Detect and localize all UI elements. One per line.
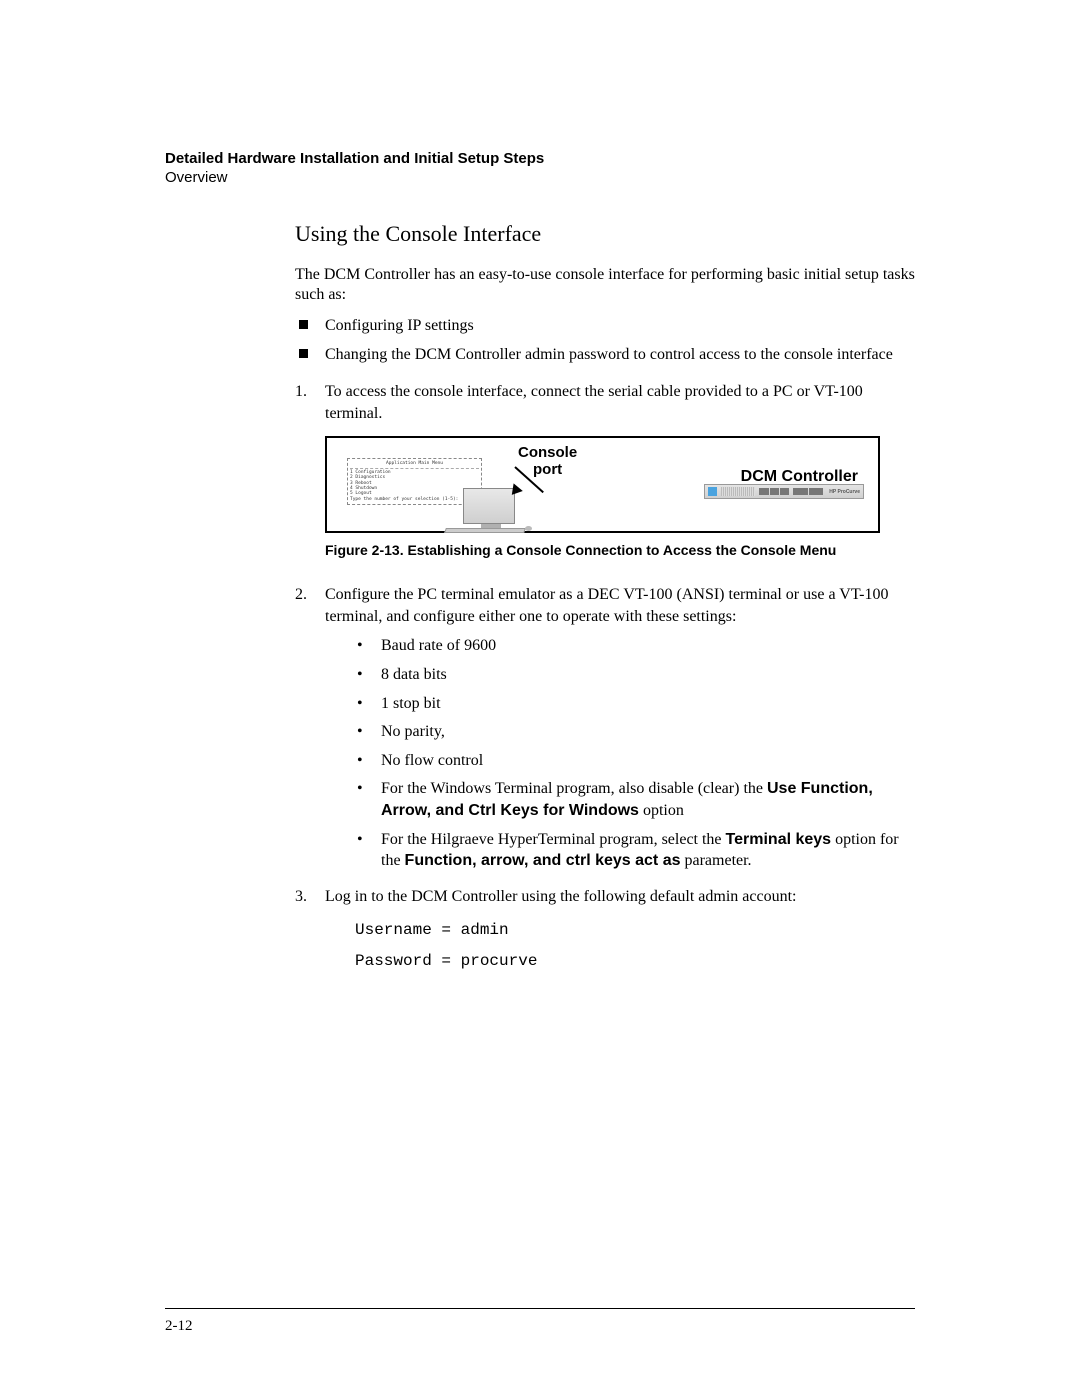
mouse-icon	[525, 526, 532, 531]
running-header-sub: Overview	[165, 169, 915, 186]
content-area: Using the Console Interface The DCM Cont…	[295, 221, 915, 976]
section-heading: Using the Console Interface	[295, 221, 915, 247]
step-1: To access the console interface, connect…	[295, 381, 915, 560]
page-number: 2-12	[165, 1318, 193, 1335]
list-item: For the Hilgraeve HyperTerminal program,…	[355, 829, 915, 872]
list-item: Changing the DCM Controller admin passwo…	[295, 344, 915, 366]
list-item: For the Windows Terminal program, also d…	[355, 778, 915, 821]
menu-prompt: Type the number of your selection (1-5):	[350, 497, 479, 502]
list-item: Baud rate of 9600	[355, 635, 915, 657]
text: For the Hilgraeve HyperTerminal program,…	[381, 831, 726, 848]
controller-hardware-icon: HP ProCurve	[704, 484, 864, 499]
bold-option: Function, arrow, and ctrl keys act as	[405, 852, 681, 869]
running-header-title: Detailed Hardware Installation and Initi…	[165, 150, 915, 167]
list-item: 1 stop bit	[355, 693, 915, 715]
steps-list: To access the console interface, connect…	[295, 381, 915, 976]
step-text: Log in to the DCM Controller using the f…	[325, 888, 796, 905]
list-item: No flow control	[355, 750, 915, 772]
text: parameter.	[680, 852, 751, 869]
username-line: Username = admin	[355, 915, 915, 945]
text: For the Windows Terminal program, also d…	[381, 780, 767, 797]
brand-text: HP ProCurve	[829, 489, 860, 496]
credentials-block: Username = admin Password = procurve	[355, 915, 915, 976]
step-text: To access the console interface, connect…	[325, 383, 863, 422]
list-item: No parity,	[355, 721, 915, 743]
figure-caption: Figure 2-13. Establishing a Console Conn…	[325, 541, 915, 560]
console-port-label: Console port	[518, 445, 577, 478]
step-text: Configure the PC terminal emulator as a …	[325, 586, 888, 625]
list-item: 8 data bits	[355, 664, 915, 686]
menu-items: 1 Configuration 2 Diagnostics 3 Reboot 4…	[350, 470, 479, 497]
feature-list: Configuring IP settings Changing the DCM…	[295, 315, 915, 365]
page: Detailed Hardware Installation and Initi…	[0, 0, 1080, 1397]
footer-rule	[165, 1308, 915, 1309]
bold-option: Terminal keys	[726, 831, 832, 848]
password-line: Password = procurve	[355, 946, 915, 976]
console-menu-screenshot: Application Main Menu 1 Configuration 2 …	[347, 458, 482, 505]
step-2: Configure the PC terminal emulator as a …	[295, 584, 915, 872]
step-3: Log in to the DCM Controller using the f…	[295, 886, 915, 976]
menu-title: Application Main Menu	[350, 461, 479, 468]
keyboard-icon	[444, 528, 526, 533]
text: option	[639, 802, 684, 819]
settings-list: Baud rate of 9600 8 data bits 1 stop bit…	[355, 635, 915, 871]
monitor-icon	[463, 488, 518, 533]
list-item: Configuring IP settings	[295, 315, 915, 337]
intro-paragraph: The DCM Controller has an easy-to-use co…	[295, 265, 915, 305]
figure-box: Application Main Menu 1 Configuration 2 …	[325, 436, 880, 533]
